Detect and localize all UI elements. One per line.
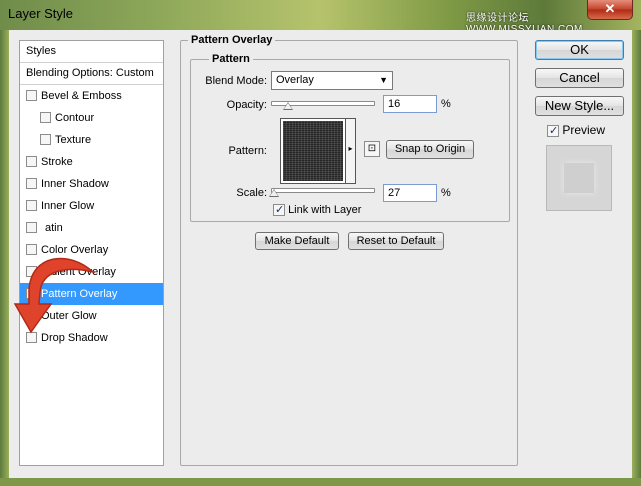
- percent-sign: %: [441, 187, 451, 199]
- style-item-label: Texture: [55, 134, 92, 146]
- layer-style-dialog: Styles Blending Options: Custom Bevel & …: [9, 30, 632, 478]
- style-item-satin[interactable]: atin: [20, 217, 163, 239]
- pattern-picker[interactable]: [280, 118, 346, 184]
- window-frame-left: [0, 30, 9, 486]
- style-item-label: Bevel & Emboss: [41, 90, 122, 102]
- create-preset-button[interactable]: ⊡: [364, 141, 380, 157]
- style-item-bevel-emboss[interactable]: Bevel & Emboss: [20, 85, 163, 107]
- style-item-label: Inner Glow: [41, 200, 95, 212]
- new-preset-icon: ⊡: [367, 143, 377, 154]
- style-item-contour[interactable]: Contour: [20, 107, 163, 129]
- percent-sign: %: [441, 98, 451, 110]
- style-item-label: Outer Glow: [41, 310, 97, 322]
- link-with-layer-label: Link with Layer: [288, 204, 362, 216]
- scale-label: Scale:: [236, 187, 267, 199]
- window-frame-right: [632, 30, 641, 486]
- scale-slider[interactable]: [271, 188, 375, 193]
- close-button[interactable]: ✕: [587, 0, 633, 20]
- preview-swatch: [564, 163, 594, 193]
- make-default-button[interactable]: Make Default: [255, 232, 339, 250]
- checkbox[interactable]: [40, 134, 51, 145]
- checkbox[interactable]: ✓: [547, 124, 559, 137]
- styles-header[interactable]: Styles: [20, 41, 163, 63]
- checkbox[interactable]: [26, 222, 37, 233]
- opacity-input[interactable]: 16: [383, 95, 437, 113]
- new-style-button[interactable]: New Style...: [535, 96, 624, 116]
- blending-options-item[interactable]: Blending Options: Custom: [20, 63, 163, 85]
- checkbox[interactable]: [26, 266, 37, 277]
- blend-mode-select[interactable]: Overlay ▼: [271, 71, 393, 90]
- style-item-stroke[interactable]: Stroke: [20, 151, 163, 173]
- checkbox[interactable]: [40, 112, 51, 123]
- group-title: Pattern Overlay: [188, 34, 276, 46]
- blend-mode-value: Overlay: [276, 74, 314, 86]
- cancel-button[interactable]: Cancel: [535, 68, 624, 88]
- style-item-outer-glow[interactable]: Outer Glow: [20, 305, 163, 327]
- style-item-label: atin: [45, 222, 63, 234]
- link-with-layer-checkbox[interactable]: ✓ Link with Layer: [273, 204, 362, 217]
- scale-slider-thumb[interactable]: [268, 189, 279, 197]
- style-item-label: Stroke: [41, 156, 73, 168]
- checkbox[interactable]: ✓: [26, 288, 37, 299]
- style-item-label: Drop Shadow: [41, 332, 108, 344]
- snap-to-origin-button[interactable]: Snap to Origin: [386, 140, 474, 159]
- pattern-label: Pattern:: [228, 145, 267, 157]
- scale-input[interactable]: 27: [383, 184, 437, 202]
- checkbox[interactable]: [26, 90, 37, 101]
- style-item-label: Inner Shadow: [41, 178, 109, 190]
- styles-list: Styles Blending Options: Custom Bevel & …: [19, 40, 164, 466]
- blend-mode-label: Blend Mode:: [205, 75, 267, 87]
- checkbox[interactable]: [26, 200, 37, 211]
- triangle-right-icon: ▸: [348, 144, 353, 153]
- window-frame-bottom: [0, 478, 641, 486]
- ok-button[interactable]: OK: [535, 40, 624, 60]
- style-item-inner-glow[interactable]: Inner Glow: [20, 195, 163, 217]
- checkmark-icon: ✓: [27, 288, 36, 299]
- checkmark-icon: ✓: [549, 124, 559, 137]
- preview-label: Preview: [562, 123, 606, 137]
- checkbox[interactable]: [26, 244, 37, 255]
- chevron-down-icon: ▼: [379, 75, 388, 85]
- title-bar[interactable]: Layer Style 思缘设计论坛 WWW.MISSYUAN.COM ✕: [0, 0, 641, 35]
- checkbox[interactable]: [26, 178, 37, 189]
- pattern-dropdown-button[interactable]: ▸: [346, 118, 356, 184]
- checkmark-icon: ✓: [275, 204, 285, 217]
- style-item-pattern-overlay[interactable]: ✓ Pattern Overlay: [20, 283, 163, 305]
- style-item-label: Pattern Overlay: [41, 288, 118, 300]
- style-item-label: adient Overlay: [45, 266, 116, 278]
- style-item-gradient-overlay[interactable]: adient Overlay: [20, 261, 163, 283]
- sub-group-title: Pattern: [209, 53, 253, 65]
- checkbox[interactable]: [26, 332, 37, 343]
- opacity-label: Opacity:: [226, 99, 267, 111]
- opacity-slider-thumb[interactable]: [282, 102, 293, 110]
- preview-checkbox[interactable]: ✓ Preview: [547, 123, 605, 137]
- style-item-drop-shadow[interactable]: Drop Shadow: [20, 327, 163, 349]
- style-item-texture[interactable]: Texture: [20, 129, 163, 151]
- close-icon: ✕: [604, 1, 616, 16]
- checkbox[interactable]: ✓: [273, 204, 285, 217]
- checkbox[interactable]: [26, 310, 37, 321]
- window-title: Layer Style: [8, 6, 74, 21]
- pattern-swatch: [283, 121, 343, 181]
- style-item-inner-shadow[interactable]: Inner Shadow: [20, 173, 163, 195]
- style-preview-thumbnail: [546, 145, 612, 211]
- style-item-label: Color Overlay: [41, 244, 109, 256]
- style-item-color-overlay[interactable]: Color Overlay: [20, 239, 163, 261]
- style-item-label: Contour: [55, 112, 95, 124]
- checkbox[interactable]: [26, 156, 37, 167]
- reset-to-default-button[interactable]: Reset to Default: [348, 232, 444, 250]
